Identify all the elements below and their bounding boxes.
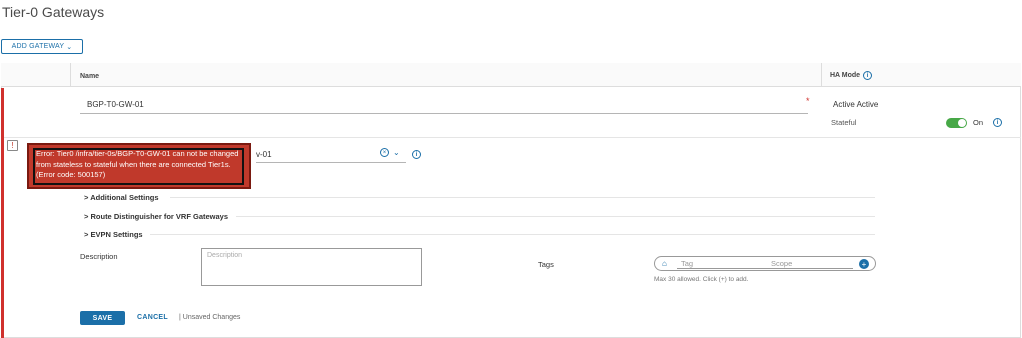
section-route-distinguisher[interactable]: > Route Distinguisher for VRF Gateways bbox=[84, 212, 228, 221]
chevron-right-icon: > bbox=[84, 230, 89, 239]
chevron-right-icon: > bbox=[84, 212, 89, 221]
info-circle-icon[interactable]: i bbox=[412, 150, 421, 159]
separator: | bbox=[179, 314, 181, 321]
required-marker: * bbox=[806, 96, 810, 106]
chevron-down-icon[interactable]: ⌄ bbox=[393, 148, 400, 157]
description-label: Description bbox=[80, 252, 118, 261]
chevron-down-icon: ⌄ bbox=[66, 43, 73, 51]
info-circle-icon[interactable]: i bbox=[863, 71, 873, 80]
stateful-state-label: On bbox=[973, 118, 984, 127]
description-textarea[interactable]: Description bbox=[201, 248, 422, 286]
section-label: Additional Settings bbox=[90, 193, 159, 202]
stateful-toggle[interactable] bbox=[946, 118, 967, 128]
edit-row-indicator bbox=[1, 88, 4, 338]
column-divider bbox=[70, 63, 71, 87]
column-divider bbox=[821, 63, 822, 87]
select-controls: × ⌄ bbox=[380, 148, 400, 157]
column-header-ha-mode[interactable]: HA Mode i bbox=[830, 71, 873, 80]
section-divider bbox=[236, 216, 875, 217]
row-divider bbox=[4, 137, 1021, 138]
plus-circle-icon[interactable]: + bbox=[859, 259, 869, 269]
chevron-right-icon: > bbox=[84, 193, 89, 202]
error-message: Error: Tier0 /infra/tier-0s/BGP-T0-GW-01… bbox=[36, 149, 239, 179]
column-header-name[interactable]: Name bbox=[80, 73, 99, 80]
tags-label: Tags bbox=[538, 260, 554, 269]
gateway-name-input[interactable]: BGP-T0-GW-01 bbox=[80, 96, 808, 114]
section-divider bbox=[150, 234, 875, 235]
add-gateway-label: ADD GATEWAY bbox=[11, 43, 65, 50]
tag-icon: ⌂ bbox=[662, 259, 667, 268]
error-tooltip: Error: Tier0 /infra/tier-0s/BGP-T0-GW-01… bbox=[27, 143, 251, 189]
tag-input-group: ⌂ Tag Scope + bbox=[654, 256, 876, 271]
tag-input[interactable]: Tag bbox=[677, 259, 767, 269]
page-title: Tier-0 Gateways bbox=[2, 4, 105, 20]
info-circle-icon[interactable]: i bbox=[993, 118, 1002, 127]
clear-circle-icon[interactable]: × bbox=[380, 148, 389, 157]
unsaved-label: Unsaved Changes bbox=[182, 314, 241, 321]
section-label: EVPN Settings bbox=[90, 230, 143, 239]
section-additional-settings[interactable]: > Additional Settings bbox=[84, 193, 159, 202]
toggle-knob bbox=[958, 119, 966, 127]
section-label: Route Distinguisher for VRF Gateways bbox=[90, 212, 229, 221]
ha-mode-header-label: HA Mode bbox=[830, 72, 861, 79]
alert-icon[interactable]: ! bbox=[7, 140, 18, 151]
tags-hint: Max 30 allowed. Click (+) to add. bbox=[654, 276, 749, 283]
scope-input[interactable]: Scope bbox=[767, 259, 853, 269]
gateway-select-value[interactable]: v-01 bbox=[256, 150, 272, 159]
select-underline bbox=[256, 162, 406, 163]
ha-mode-value[interactable]: Active Active bbox=[833, 100, 878, 109]
stateful-label: Stateful bbox=[831, 118, 857, 127]
unsaved-changes-status: | Unsaved Changes bbox=[179, 314, 240, 321]
section-divider bbox=[170, 197, 875, 198]
add-gateway-button[interactable]: ADD GATEWAY ⌄ bbox=[1, 39, 83, 54]
save-button[interactable]: SAVE bbox=[80, 311, 125, 325]
section-evpn-settings[interactable]: > EVPN Settings bbox=[84, 230, 143, 239]
cancel-button[interactable]: CANCEL bbox=[137, 314, 168, 321]
